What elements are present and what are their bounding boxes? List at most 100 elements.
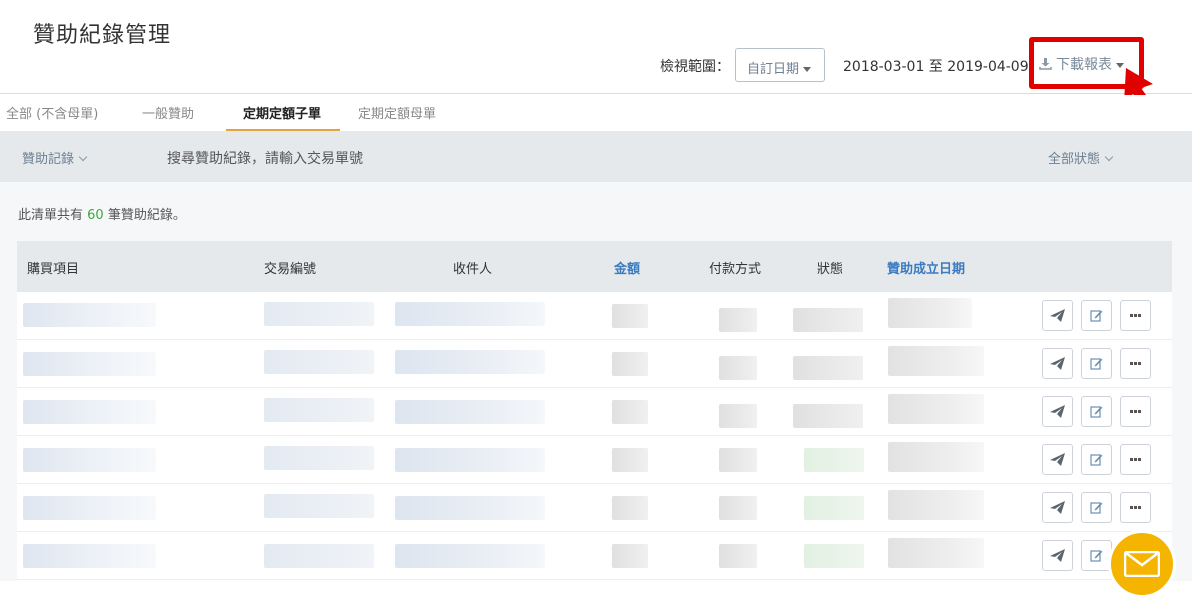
more-icon: [1130, 458, 1142, 461]
edit-icon: [1090, 502, 1103, 514]
edit-button[interactable]: [1081, 444, 1113, 475]
record-type-dropdown[interactable]: 贊助記錄: [22, 148, 88, 167]
edit-icon: [1090, 454, 1103, 466]
count-prefix: 此清單共有: [18, 208, 84, 223]
chevron-down-icon: [78, 152, 88, 162]
redacted-date: [888, 490, 984, 520]
more-icon: [1130, 314, 1142, 317]
send-button[interactable]: [1042, 348, 1073, 379]
page-title: 贊助紀錄管理: [33, 23, 172, 48]
redacted-date: [888, 394, 984, 424]
redacted-amount: [612, 544, 648, 568]
redacted-date: [888, 442, 984, 472]
edit-button[interactable]: [1081, 348, 1113, 379]
more-icon: [1130, 410, 1142, 413]
redacted-transaction-id: [264, 398, 374, 422]
redacted-payment-method: [719, 448, 757, 472]
row-actions: [1042, 348, 1154, 379]
filter-bar: 贊助記錄 搜尋贊助紀錄，請輸入交易單號 全部狀態: [0, 131, 1192, 182]
more-button[interactable]: [1120, 348, 1152, 379]
send-button[interactable]: [1042, 396, 1073, 427]
table-row[interactable]: [17, 436, 1172, 484]
redacted-payment-method: [719, 496, 757, 520]
page-header: 贊助紀錄管理 檢視範圍： 自訂日期 2018-03-01 至 2019-04-0…: [0, 0, 1192, 94]
row-actions: [1042, 492, 1154, 523]
table-row[interactable]: [17, 532, 1172, 580]
paper-plane-icon: [1050, 453, 1065, 466]
records-table: 購買項目 交易編號 收件人 金額 付款方式 狀態 贊助成立日期: [17, 241, 1172, 586]
paper-plane-icon: [1050, 549, 1065, 562]
paper-plane-icon: [1050, 405, 1065, 418]
redacted-recipient: [395, 448, 545, 472]
redacted-status: [804, 496, 864, 520]
redacted-item: [23, 544, 156, 568]
redacted-status: [793, 308, 863, 332]
tab-general[interactable]: 一般贊助: [142, 103, 194, 122]
redacted-item: [23, 352, 156, 376]
row-actions: [1042, 444, 1154, 475]
col-created-date[interactable]: 贊助成立日期: [887, 258, 965, 277]
redacted-recipient: [395, 302, 545, 326]
envelope-icon: [1123, 550, 1161, 578]
redacted-status: [804, 448, 864, 472]
send-button[interactable]: [1042, 300, 1073, 331]
edit-button[interactable]: [1081, 492, 1113, 523]
date-range-select[interactable]: 自訂日期: [735, 48, 825, 82]
status-dropdown[interactable]: 全部狀態: [1048, 148, 1114, 167]
redacted-payment-method: [719, 544, 757, 568]
edit-icon: [1090, 310, 1103, 322]
search-input[interactable]: 搜尋贊助紀錄，請輸入交易單號: [167, 148, 363, 168]
paper-plane-icon: [1050, 501, 1065, 514]
col-transaction-id: 交易編號: [264, 262, 317, 277]
more-button[interactable]: [1120, 300, 1152, 331]
date-range-text: 2018-03-01 至 2019-04-09: [843, 59, 1029, 75]
send-button[interactable]: [1042, 444, 1073, 475]
table-header: 購買項目 交易編號 收件人 金額 付款方式 狀態 贊助成立日期: [17, 241, 1172, 292]
send-button[interactable]: [1042, 540, 1073, 571]
col-status: 狀態: [817, 262, 844, 277]
more-button[interactable]: [1120, 444, 1152, 475]
row-actions: [1042, 540, 1115, 571]
mail-fab-button[interactable]: [1108, 530, 1176, 598]
more-button[interactable]: [1120, 396, 1152, 427]
redacted-item: [23, 448, 156, 472]
record-type-label: 贊助記錄: [22, 152, 75, 167]
redacted-status: [793, 404, 863, 428]
col-amount[interactable]: 金額: [614, 258, 640, 277]
redacted-item: [23, 400, 156, 424]
redacted-date: [888, 538, 984, 568]
redacted-transaction-id: [264, 494, 374, 518]
redacted-amount: [612, 352, 648, 376]
main-content: 此清單共有 60 筆贊助紀錄。 購買項目 交易編號 收件人 金額 付款方式 狀態…: [0, 182, 1192, 586]
status-label: 全部狀態: [1048, 152, 1101, 167]
redacted-status: [793, 356, 863, 380]
redacted-transaction-id: [264, 446, 374, 470]
tab-bar: 全部 (不含母單) 一般贊助 定期定額子單 定期定額母單: [0, 95, 1192, 131]
tab-recurring-parent[interactable]: 定期定額母單: [358, 103, 436, 122]
table-row[interactable]: [17, 340, 1172, 388]
redacted-transaction-id: [264, 302, 374, 326]
table-row[interactable]: [17, 292, 1172, 340]
col-recipient: 收件人: [453, 262, 493, 277]
tab-all[interactable]: 全部 (不含母單): [6, 103, 98, 122]
tab-recurring-child[interactable]: 定期定額子單: [243, 103, 321, 122]
table-row[interactable]: [17, 484, 1172, 532]
redacted-payment-method: [719, 308, 757, 332]
paper-plane-icon: [1050, 357, 1065, 370]
range-label: 檢視範圍：: [660, 59, 730, 75]
paper-plane-icon: [1050, 309, 1065, 322]
more-button[interactable]: [1120, 492, 1152, 523]
send-button[interactable]: [1042, 492, 1073, 523]
redacted-amount: [612, 400, 648, 424]
edit-button[interactable]: [1081, 300, 1113, 331]
caret-down-icon: [803, 67, 812, 72]
redacted-item: [23, 303, 156, 327]
redacted-amount: [612, 304, 648, 328]
redacted-payment-method: [719, 356, 757, 380]
edit-button[interactable]: [1081, 396, 1113, 427]
redacted-date: [888, 346, 984, 376]
redacted-transaction-id: [264, 544, 374, 568]
table-row[interactable]: [17, 388, 1172, 436]
count-number: 60: [87, 208, 104, 223]
edit-icon: [1090, 358, 1103, 370]
